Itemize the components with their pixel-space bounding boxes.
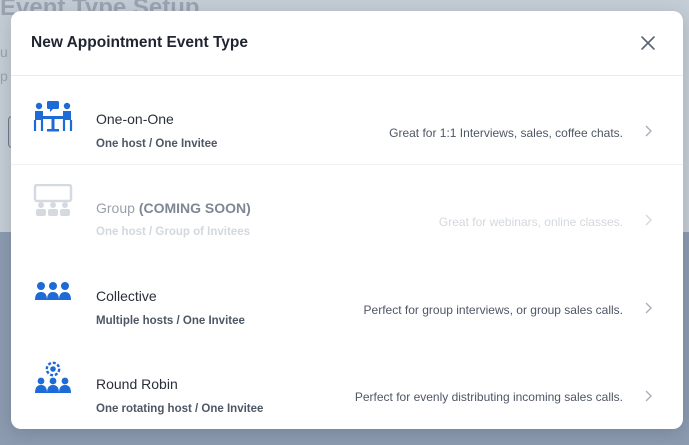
round-robin-icon [35, 361, 71, 393]
modal-header: New Appointment Event Type [11, 11, 683, 76]
option-subtitle: One host / Group of Invitees [96, 226, 250, 238]
option-subtitle: One rotating host / One Invitee [96, 403, 264, 415]
option-title: Collective [96, 288, 157, 304]
new-event-type-modal: New Appointment Event Type One-on-One On… [11, 11, 683, 429]
chevron-right-icon [645, 302, 652, 314]
option-description: Perfect for group interviews, or group s… [363, 303, 623, 317]
modal-title: New Appointment Event Type [31, 34, 249, 51]
option-subtitle: Multiple hosts / One Invitee [96, 315, 245, 327]
group-presentation-icon [33, 184, 73, 216]
option-round-robin[interactable]: Round Robin One rotating host / One Invi… [11, 341, 683, 429]
multiple-people-icon [35, 282, 71, 300]
option-description: Perfect for evenly distributing incoming… [354, 390, 623, 404]
option-description: Great for webinars, online classes. [438, 215, 623, 229]
background-text-fragment: u [0, 44, 8, 60]
option-collective[interactable]: Collective Multiple hosts / One Invitee … [11, 253, 683, 341]
one-on-one-meeting-icon [33, 101, 73, 132]
chevron-right-icon [645, 214, 652, 226]
option-one-on-one[interactable]: One-on-One One host / One Invitee Great … [11, 77, 683, 165]
option-title: Round Robin [96, 376, 178, 392]
option-title: Group (COMING SOON) [96, 200, 251, 216]
option-title: One-on-One [96, 111, 174, 127]
option-subtitle: One host / One Invitee [96, 138, 218, 150]
background-text-fragment: p [0, 68, 8, 84]
chevron-right-icon [645, 390, 652, 402]
option-description: Great for 1:1 Interviews, sales, coffee … [389, 126, 623, 140]
option-group: Group (COMING SOON) One host / Group of … [11, 165, 683, 253]
close-icon[interactable] [639, 34, 657, 52]
chevron-right-icon [645, 125, 652, 137]
